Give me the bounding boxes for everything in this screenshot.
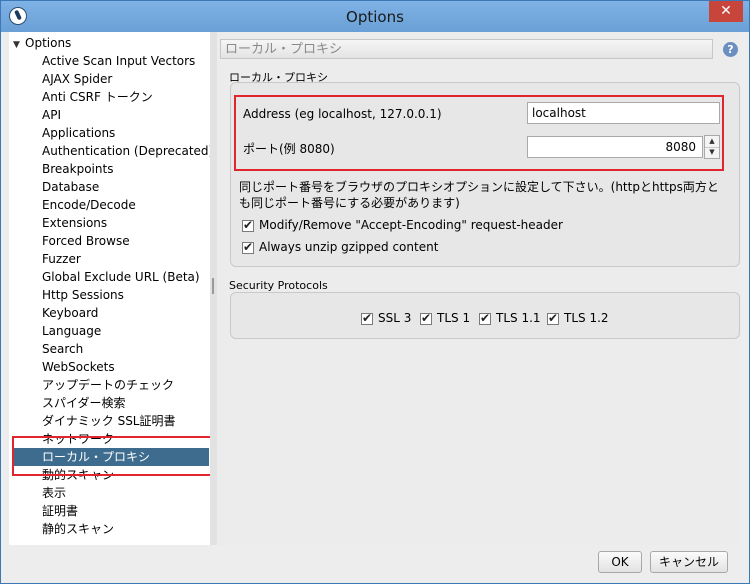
- tree-item[interactable]: Active Scan Input Vectors: [42, 52, 195, 70]
- tree-item[interactable]: Encode/Decode: [42, 196, 136, 214]
- selection-highlight-box: [12, 436, 216, 476]
- tree-item[interactable]: アップデートのチェック: [42, 376, 174, 394]
- unzip-label: Always unzip gzipped content: [259, 240, 439, 254]
- tree-item[interactable]: 表示: [42, 484, 66, 502]
- expand-arrow-icon[interactable]: ▼: [13, 40, 25, 50]
- tree-item[interactable]: Forced Browse: [42, 232, 130, 250]
- tree-item[interactable]: 証明書: [42, 502, 78, 520]
- tree-item[interactable]: AJAX Spider: [42, 70, 112, 88]
- tls12-label: TLS 1.2: [564, 311, 609, 325]
- tree-item[interactable]: Applications: [42, 124, 115, 142]
- checkbox-checked-icon[interactable]: [479, 310, 491, 326]
- tree-root-label: Options: [25, 36, 72, 50]
- close-button[interactable]: ✕: [709, 1, 743, 22]
- tree-item[interactable]: Language: [42, 322, 101, 340]
- tree-item[interactable]: Breakpoints: [42, 160, 113, 178]
- tree-item[interactable]: Fuzzer: [42, 250, 81, 268]
- checkbox-checked-icon[interactable]: [242, 217, 254, 233]
- checkbox-checked-icon[interactable]: [547, 310, 559, 326]
- tree-item[interactable]: Search: [42, 340, 83, 358]
- port-note-line-2: も同じポート番号にする必要があります): [239, 196, 460, 210]
- tls11-label: TLS 1.1: [496, 311, 541, 325]
- tls1-checkbox[interactable]: TLS 1: [420, 310, 470, 326]
- tree-item[interactable]: スパイダー検索: [42, 394, 126, 412]
- tls11-checkbox[interactable]: TLS 1.1: [479, 310, 541, 326]
- tree-item[interactable]: Extensions: [42, 214, 107, 232]
- window-title: Options: [346, 8, 404, 26]
- tree-root[interactable]: ▼ Options: [13, 36, 71, 52]
- splitter-grip[interactable]: [212, 278, 214, 294]
- tls1-label: TLS 1: [437, 311, 471, 325]
- split-pane-divider[interactable]: [210, 32, 217, 545]
- checkbox-checked-icon[interactable]: [420, 310, 432, 326]
- modify-encoding-checkbox[interactable]: Modify/Remove "Accept-Encoding" request-…: [242, 217, 563, 233]
- title-bar[interactable]: Options ✕: [1, 1, 749, 32]
- unzip-checkbox[interactable]: Always unzip gzipped content: [242, 239, 438, 255]
- tree-item[interactable]: WebSockets: [42, 358, 115, 376]
- panel-header: ローカル・プロキシ: [220, 39, 713, 59]
- tree-item[interactable]: Anti CSRF トークン: [42, 88, 153, 106]
- help-icon[interactable]: ?: [723, 42, 738, 57]
- tls12-checkbox[interactable]: TLS 1.2: [547, 310, 609, 326]
- port-note: 同じポート番号をブラウザのプロキシオプションに設定して下さい。(httpとhtt…: [239, 179, 735, 211]
- tree-item[interactable]: Database: [42, 178, 99, 196]
- tree-item[interactable]: API: [42, 106, 61, 124]
- tree-item[interactable]: Global Exclude URL (Beta): [42, 268, 200, 286]
- cancel-button[interactable]: キャンセル: [650, 551, 728, 573]
- tree-item[interactable]: ダイナミック SSL証明書: [42, 412, 176, 430]
- ssl3-checkbox[interactable]: SSL 3: [361, 310, 411, 326]
- options-panel: ローカル・プロキシ ? ローカル・プロキシ Address (eg localh…: [217, 32, 741, 545]
- address-port-highlight-box: [234, 95, 724, 171]
- security-protocols-group: SSL 3 TLS 1 TLS 1.1 TLS 1.2: [230, 292, 740, 339]
- modify-encoding-label: Modify/Remove "Accept-Encoding" request-…: [259, 218, 563, 232]
- dialog-body: ▼ Options Active Scan Input Vectors AJAX …: [9, 32, 741, 545]
- options-dialog: Options ✕ ▼ Options Active Scan Input Vec…: [0, 0, 750, 584]
- ssl3-label: SSL 3: [378, 311, 412, 325]
- tree-item[interactable]: Authentication (Deprecated): [42, 142, 213, 160]
- checkbox-checked-icon[interactable]: [361, 310, 373, 326]
- security-protocols-title: Security Protocols: [229, 279, 328, 292]
- tree-item[interactable]: Http Sessions: [42, 286, 124, 304]
- checkbox-checked-icon[interactable]: [242, 239, 254, 255]
- ok-button[interactable]: OK: [598, 551, 642, 573]
- tree-item[interactable]: Keyboard: [42, 304, 98, 322]
- dialog-footer: OK キャンセル: [9, 545, 741, 577]
- tree-item[interactable]: 静的スキャン: [42, 520, 114, 538]
- port-note-line-1: 同じポート番号をブラウザのプロキシオプションに設定して下さい。(httpとhtt…: [239, 180, 719, 194]
